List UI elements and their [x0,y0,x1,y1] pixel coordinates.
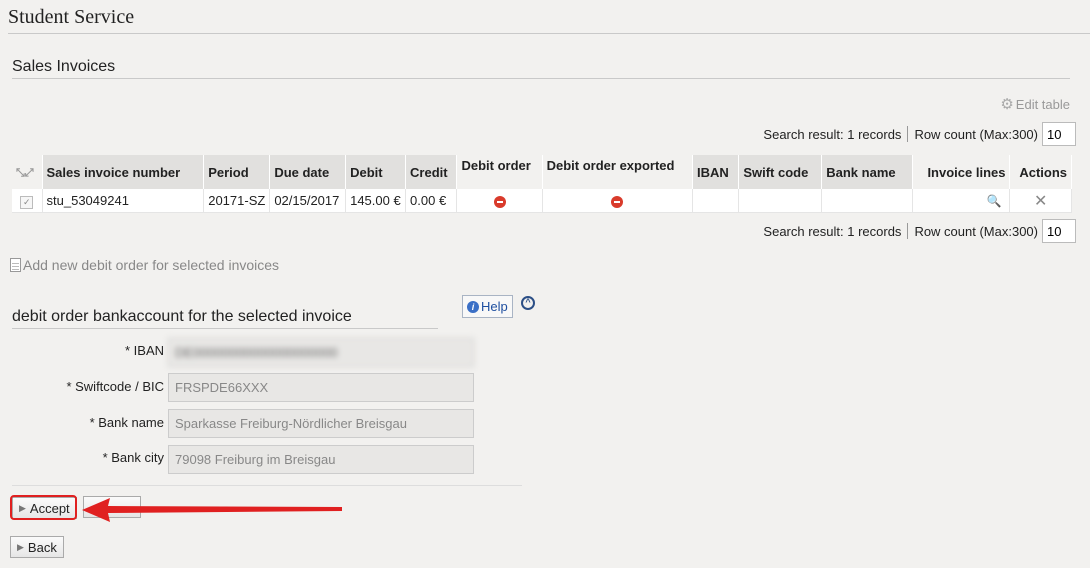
table-header-row: ⤡⤢ Sales invoice number Period Due date … [12,155,1072,189]
add-debit-order-link[interactable]: Add new debit order for selected invoice… [10,257,279,273]
cell-invoice-number: stu_53049241 [42,189,205,213]
cell-iban [692,189,740,213]
search-result-text: Search result: 1 records [763,126,902,142]
bank-city-field[interactable] [168,445,474,474]
play-icon: ▶ [17,541,24,552]
add-debit-order-label: Add new debit order for selected invoice… [23,257,280,273]
help-label: Help [481,299,508,314]
row-count-label: Row count (Max:300) [914,126,1038,142]
cell-debit: 145.00 € [345,189,407,213]
no-entry-icon [493,195,506,208]
section-title: Sales Invoices [12,58,1070,79]
cell-credit: 0.00 € [405,189,458,213]
expand-icon[interactable]: ⤡⤢ [16,167,34,179]
col-debit-order[interactable]: Debit order [456,155,543,189]
col-invoice-lines[interactable]: Invoice lines [912,155,1011,189]
invoice-table: ⤡⤢ Sales invoice number Period Due date … [12,155,1072,213]
swift-label: * Swiftcode / BIC [66,379,164,394]
bank-city-label: * Bank city [102,450,164,465]
view-lines-icon[interactable]: 🔍 [987,194,1002,208]
row-checkbox-cell[interactable]: ✓ [12,189,43,213]
cell-actions[interactable]: ✕ [1009,189,1072,213]
iban-field[interactable] [168,338,474,367]
search-result-text: Search result: 1 records [763,223,902,239]
info-icon: i [467,300,479,313]
table-row[interactable]: ✓ stu_53049241 20171-SZ 02/15/2017 145.0… [12,189,1072,213]
col-debit[interactable]: Debit [345,155,407,189]
col-credit[interactable]: Credit [405,155,458,189]
iban-label: * IBAN [124,343,164,358]
col-debit-order-exported[interactable]: Debit order exported [542,155,694,189]
col-actions[interactable]: Actions [1009,155,1072,189]
cell-invoice-lines[interactable]: 🔍 [912,189,1011,213]
help-button[interactable]: i Help [462,295,513,318]
play-icon: ▶ [19,502,26,513]
cell-period: 20171-SZ [203,189,271,213]
col-bank-name[interactable]: Bank name [821,155,913,189]
cell-due-date: 02/15/2017 [269,189,347,213]
col-swift[interactable]: Swift code [738,155,823,189]
form-divider [12,485,522,486]
back-label: Back [27,539,57,555]
document-icon [10,258,21,272]
collapse-up-icon[interactable]: ^ [521,296,535,310]
edit-table-link[interactable]: ⚙ Edit table [1000,95,1070,113]
col-period[interactable]: Period [203,155,271,189]
accept-label: Accept [29,500,70,516]
bank-name-field[interactable] [168,409,474,438]
swift-field[interactable] [168,373,474,402]
bank-name-label: * Bank name [89,415,164,430]
cell-bank-name [821,189,913,213]
search-summary-bottom: Search result: 1 records Row count (Max:… [763,219,1076,243]
cell-debit-order-exported [542,189,694,213]
cell-debit-order [456,189,543,213]
search-summary-top: Search result: 1 records Row count (Max:… [763,122,1076,146]
delete-icon[interactable]: ✕ [1034,193,1047,210]
gear-icon: ⚙ [1000,96,1014,113]
no-entry-icon [611,195,624,208]
col-iban[interactable]: IBAN [692,155,740,189]
edit-table-label: Edit table [1015,96,1070,112]
col-invoice-number[interactable]: Sales invoice number [42,155,205,189]
accept-button[interactable]: ▶ Accept [12,497,77,519]
row-count-input[interactable] [1042,219,1076,243]
row-checkbox[interactable]: ✓ [20,195,34,209]
form-title: debit order bankaccount for the selected… [12,308,438,329]
cell-swift [738,189,823,213]
col-due-date[interactable]: Due date [269,155,347,189]
expand-column-header[interactable]: ⤡⤢ [12,155,43,189]
red-arrow-annotation [82,498,342,522]
row-count-input[interactable] [1042,122,1076,146]
back-button[interactable]: ▶ Back [10,536,64,558]
row-count-label: Row count (Max:300) [914,223,1038,239]
page-title: Student Service [8,6,1090,34]
